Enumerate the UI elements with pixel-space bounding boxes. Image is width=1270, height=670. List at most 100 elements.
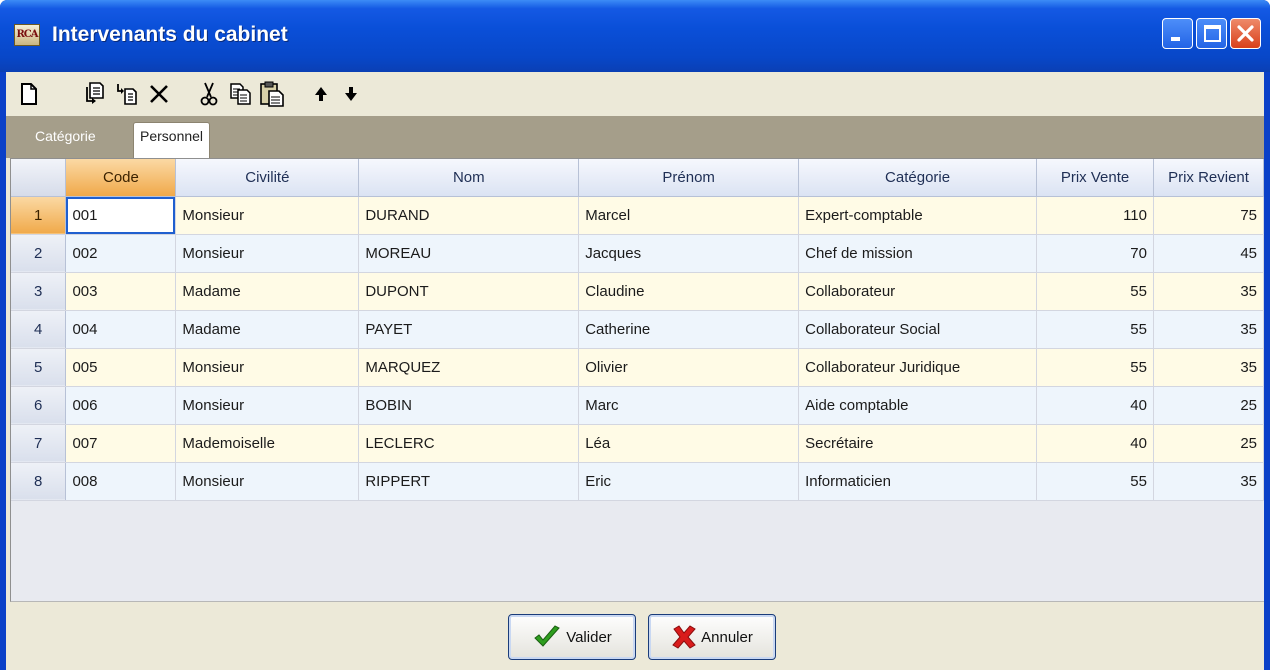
cell-prix-revient[interactable]: 35 — [1153, 348, 1265, 387]
table-row[interactable]: 6 006 Monsieur BOBIN Marc Aide comptable… — [11, 386, 1265, 425]
cell-prix-revient[interactable]: 35 — [1153, 462, 1265, 501]
cell-prix-revient[interactable]: 45 — [1153, 234, 1265, 273]
table-row[interactable]: 1 001 Monsieur DURAND Marcel Expert-comp… — [11, 196, 1265, 235]
cell-prix-vente[interactable]: 110 — [1036, 196, 1154, 235]
row-number[interactable]: 5 — [11, 348, 67, 387]
cell-prix-vente[interactable]: 55 — [1036, 310, 1154, 349]
cell-prix-revient[interactable]: 25 — [1153, 424, 1265, 463]
copy-icon — [230, 83, 251, 105]
cell-civilite[interactable]: Monsieur — [175, 348, 360, 387]
cell-prix-vente[interactable]: 40 — [1036, 386, 1154, 425]
cell-civilite[interactable]: Monsieur — [175, 234, 360, 273]
table-row[interactable]: 3 003 Madame DUPONT Claudine Collaborate… — [11, 272, 1265, 311]
cell-code[interactable]: 006 — [65, 386, 177, 425]
table-row[interactable]: 7 007 Mademoiselle LECLERC Léa Secrétair… — [11, 424, 1265, 463]
paste-button[interactable] — [258, 79, 288, 109]
cell-code[interactable]: 001 — [65, 196, 177, 235]
cell-prenom[interactable]: Marcel — [578, 196, 800, 235]
maximize-button[interactable] — [1196, 18, 1227, 49]
cell-categorie[interactable]: Collaborateur Social — [798, 310, 1038, 349]
cell-nom[interactable]: DUPONT — [358, 272, 580, 311]
column-header-nom[interactable]: Nom — [358, 159, 580, 197]
cell-civilite[interactable]: Monsieur — [175, 386, 360, 425]
table-row[interactable]: 8 008 Monsieur RIPPERT Eric Informaticie… — [11, 462, 1265, 501]
cell-prenom[interactable]: Marc — [578, 386, 800, 425]
cell-nom[interactable]: BOBIN — [358, 386, 580, 425]
cell-categorie[interactable]: Collaborateur Juridique — [798, 348, 1038, 387]
insert-row-icon — [86, 82, 104, 104]
column-header-prix-vente[interactable]: Prix Vente — [1036, 159, 1154, 197]
row-number[interactable]: 7 — [11, 424, 67, 463]
cell-prenom[interactable]: Léa — [578, 424, 800, 463]
cell-nom[interactable]: LECLERC — [358, 424, 580, 463]
insert-row-button[interactable] — [78, 79, 108, 109]
cell-nom[interactable]: MOREAU — [358, 234, 580, 273]
cell-nom[interactable]: PAYET — [358, 310, 580, 349]
column-header-prenom[interactable]: Prénom — [578, 159, 800, 197]
cell-civilite[interactable]: Monsieur — [175, 196, 360, 235]
close-button[interactable] — [1230, 18, 1261, 49]
title-bar[interactable]: RCA Intervenants du cabinet — [0, 0, 1270, 72]
cell-prix-vente[interactable]: 55 — [1036, 462, 1154, 501]
minimize-button[interactable] — [1162, 18, 1193, 49]
move-up-button[interactable] — [306, 79, 336, 109]
cell-categorie[interactable]: Informaticien — [798, 462, 1038, 501]
new-document-button[interactable] — [14, 79, 44, 109]
data-grid-area: Code Civilité Nom Prénom Catégorie Prix … — [10, 158, 1265, 602]
column-header-code[interactable]: Code — [65, 159, 177, 197]
table-row[interactable]: 2 002 Monsieur MOREAU Jacques Chef de mi… — [11, 234, 1265, 273]
tab-personnel[interactable]: Personnel — [133, 122, 211, 158]
column-header-prix-revient[interactable]: Prix Revient — [1153, 159, 1265, 197]
cell-prix-revient[interactable]: 35 — [1153, 272, 1265, 311]
row-number[interactable]: 1 — [11, 196, 67, 235]
cell-prix-revient[interactable]: 25 — [1153, 386, 1265, 425]
move-down-button[interactable] — [336, 79, 366, 109]
cell-categorie[interactable]: Secrétaire — [798, 424, 1038, 463]
cell-prix-revient[interactable]: 35 — [1153, 310, 1265, 349]
cell-prenom[interactable]: Jacques — [578, 234, 800, 273]
delete-button[interactable] — [144, 79, 174, 109]
cell-code[interactable]: 003 — [65, 272, 177, 311]
cut-button[interactable] — [194, 79, 224, 109]
cell-prix-vente[interactable]: 55 — [1036, 348, 1154, 387]
cell-prix-vente[interactable]: 40 — [1036, 424, 1154, 463]
insert-child-button[interactable] — [112, 79, 142, 109]
cell-code[interactable]: 007 — [65, 424, 177, 463]
cell-civilite[interactable]: Madame — [175, 272, 360, 311]
cell-prix-vente[interactable]: 70 — [1036, 234, 1154, 273]
cell-civilite[interactable]: Madame — [175, 310, 360, 349]
grid-corner[interactable] — [11, 159, 67, 197]
row-number[interactable]: 3 — [11, 272, 67, 311]
cell-prix-vente[interactable]: 55 — [1036, 272, 1154, 311]
cell-prenom[interactable]: Eric — [578, 462, 800, 501]
row-number[interactable]: 2 — [11, 234, 67, 273]
tab-categorie[interactable]: Catégorie — [29, 124, 102, 150]
cell-nom[interactable]: DURAND — [358, 196, 580, 235]
cell-prenom[interactable]: Olivier — [578, 348, 800, 387]
cell-civilite[interactable]: Mademoiselle — [175, 424, 360, 463]
table-row[interactable]: 4 004 Madame PAYET Catherine Collaborate… — [11, 310, 1265, 349]
cell-prenom[interactable]: Catherine — [578, 310, 800, 349]
cell-civilite[interactable]: Monsieur — [175, 462, 360, 501]
cell-code[interactable]: 002 — [65, 234, 177, 273]
validate-button[interactable]: Valider — [508, 614, 636, 660]
column-header-civilite[interactable]: Civilité — [175, 159, 360, 197]
row-number[interactable]: 6 — [11, 386, 67, 425]
cell-categorie[interactable]: Aide comptable — [798, 386, 1038, 425]
copy-button[interactable] — [226, 79, 256, 109]
cell-code[interactable]: 005 — [65, 348, 177, 387]
column-header-categorie[interactable]: Catégorie — [798, 159, 1038, 197]
cell-categorie[interactable]: Expert-comptable — [798, 196, 1038, 235]
table-row[interactable]: 5 005 Monsieur MARQUEZ Olivier Collabora… — [11, 348, 1265, 387]
row-number[interactable]: 8 — [11, 462, 67, 501]
cell-nom[interactable]: MARQUEZ — [358, 348, 580, 387]
cell-prix-revient[interactable]: 75 — [1153, 196, 1265, 235]
row-number[interactable]: 4 — [11, 310, 67, 349]
cell-categorie[interactable]: Chef de mission — [798, 234, 1038, 273]
cell-prenom[interactable]: Claudine — [578, 272, 800, 311]
cell-nom[interactable]: RIPPERT — [358, 462, 580, 501]
cell-categorie[interactable]: Collaborateur — [798, 272, 1038, 311]
cell-code[interactable]: 004 — [65, 310, 177, 349]
cancel-button[interactable]: Annuler — [648, 614, 776, 660]
cell-code[interactable]: 008 — [65, 462, 177, 501]
